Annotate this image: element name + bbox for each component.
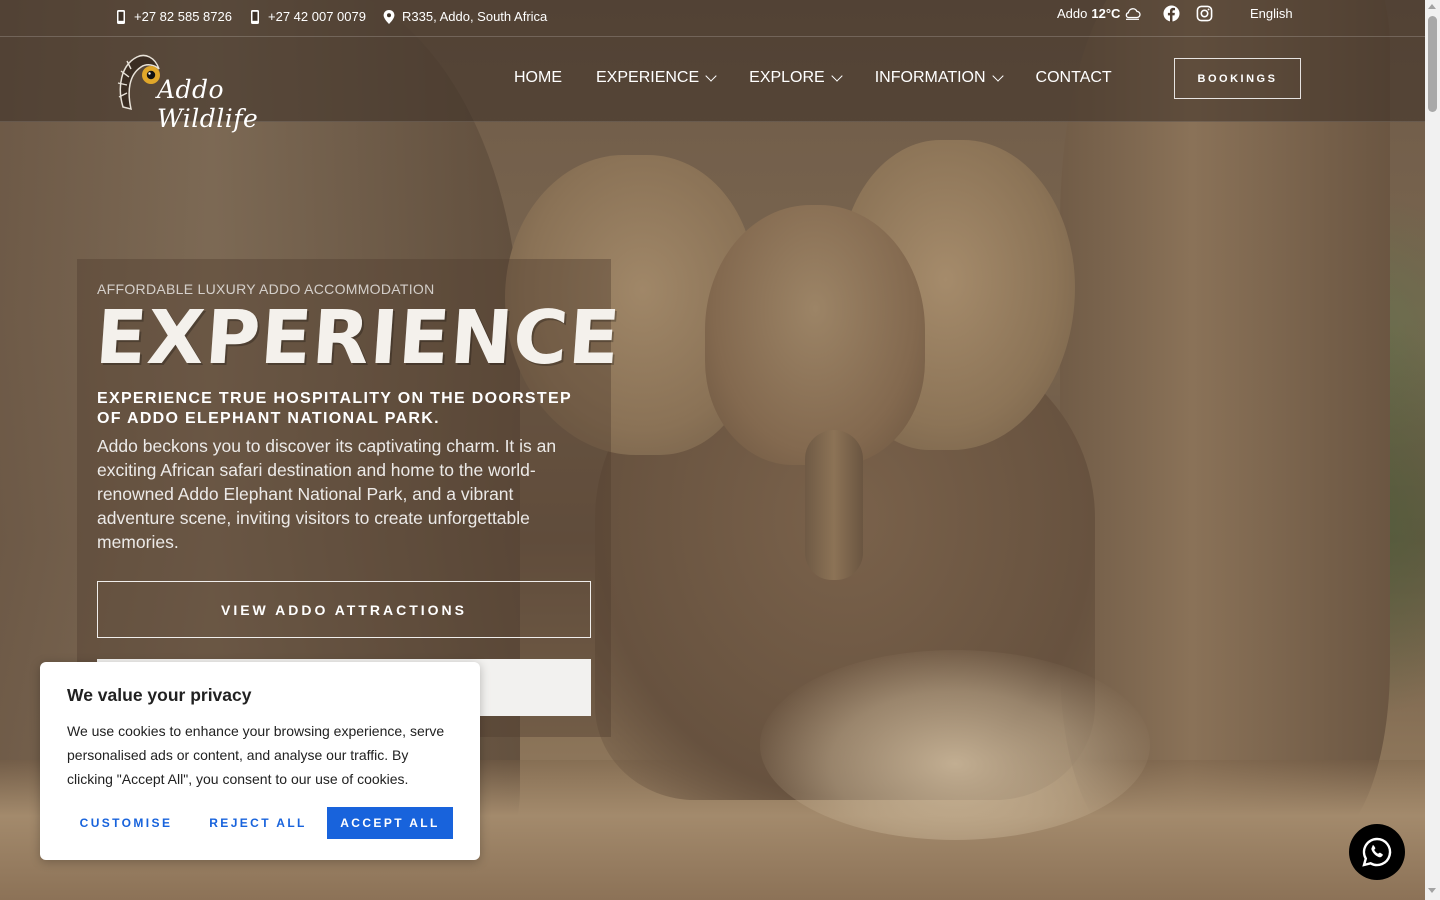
map-pin-icon: [383, 9, 395, 24]
weather-place: Addo: [1057, 6, 1088, 21]
top-info-bar: +27 82 585 8726 +27 42 007 0079 R335, Ad…: [0, 0, 1425, 37]
instagram-icon[interactable]: [1196, 5, 1213, 22]
scroll-up-arrow-icon[interactable]: [1428, 4, 1436, 9]
nav-home[interactable]: HOME: [514, 69, 562, 87]
hero-description: Addo beckons you to discover its captiva…: [97, 436, 557, 552]
weather-widget: Addo 12°C: [1057, 6, 1141, 21]
cookie-title: We value your privacy: [67, 685, 252, 705]
nav-contact-label: CONTACT: [1035, 69, 1112, 86]
nav-home-label: HOME: [514, 69, 562, 86]
main-navigation: HOME EXPERIENCE EXPLORE INFORMATION CONT…: [514, 69, 1146, 87]
phone-link-1[interactable]: +27 82 585 8726: [115, 9, 232, 24]
phone-link-2[interactable]: +27 42 007 0079: [249, 9, 366, 24]
scroll-down-arrow-icon[interactable]: [1428, 888, 1436, 893]
cookie-consent-banner: We value your privacy We use cookies to …: [40, 662, 480, 860]
view-attractions-button[interactable]: VIEW ADDO ATTRACTIONS: [97, 581, 591, 638]
reject-all-button[interactable]: REJECT ALL: [199, 807, 317, 839]
whatsapp-icon: [1362, 837, 1392, 867]
language-selector[interactable]: English: [1250, 6, 1293, 21]
phone-number-2: +27 42 007 0079: [268, 9, 366, 24]
mobile-phone-icon: [251, 9, 259, 24]
main-header: Addo Wildlife HOME EXPERIENCE EXPLORE IN…: [0, 37, 1425, 133]
page-scrollbar[interactable]: [1425, 0, 1440, 900]
hero-title: EXPERIENCE: [92, 295, 624, 381]
customise-button[interactable]: CUSTOMISE: [67, 807, 185, 839]
weather-temperature: 12°C: [1091, 6, 1121, 21]
whatsapp-chat-button[interactable]: [1349, 824, 1405, 880]
nav-information-label: INFORMATION: [874, 69, 986, 86]
calf-trunk: [805, 430, 863, 580]
scrollbar-thumb[interactable]: [1428, 16, 1437, 112]
nav-explore[interactable]: EXPLORE: [749, 69, 843, 87]
nav-information[interactable]: INFORMATION: [874, 69, 1004, 87]
chevron-down-icon: [831, 69, 843, 82]
chevron-down-icon: [705, 69, 717, 82]
cookie-message: We use cookies to enhance your browsing …: [67, 723, 445, 787]
site-logo[interactable]: Addo Wildlife: [115, 47, 295, 133]
dust-cloud: [760, 650, 1150, 840]
cloud-weather-icon: [1126, 7, 1141, 20]
address-link[interactable]: R335, Addo, South Africa: [383, 9, 547, 24]
chevron-down-icon: [991, 69, 1004, 82]
nav-explore-label: EXPLORE: [749, 69, 825, 86]
calf-head: [705, 205, 925, 465]
nav-experience[interactable]: EXPERIENCE: [596, 69, 717, 87]
facebook-icon[interactable]: [1163, 5, 1180, 22]
nav-contact[interactable]: CONTACT: [1036, 69, 1112, 87]
accept-all-button[interactable]: ACCEPT ALL: [327, 807, 453, 839]
bookings-button[interactable]: BOOKINGS: [1174, 58, 1301, 99]
phone-number-1: +27 82 585 8726: [134, 9, 232, 24]
owl-eye-logo-icon: [117, 54, 160, 111]
hero-subtitle: EXPERIENCE TRUE HOSPITALITY ON THE DOORS…: [97, 390, 572, 427]
mobile-phone-icon: [117, 9, 125, 24]
logo-text: Addo Wildlife: [157, 75, 259, 133]
address-text: R335, Addo, South Africa: [402, 9, 548, 24]
nav-experience-label: EXPERIENCE: [596, 69, 700, 86]
